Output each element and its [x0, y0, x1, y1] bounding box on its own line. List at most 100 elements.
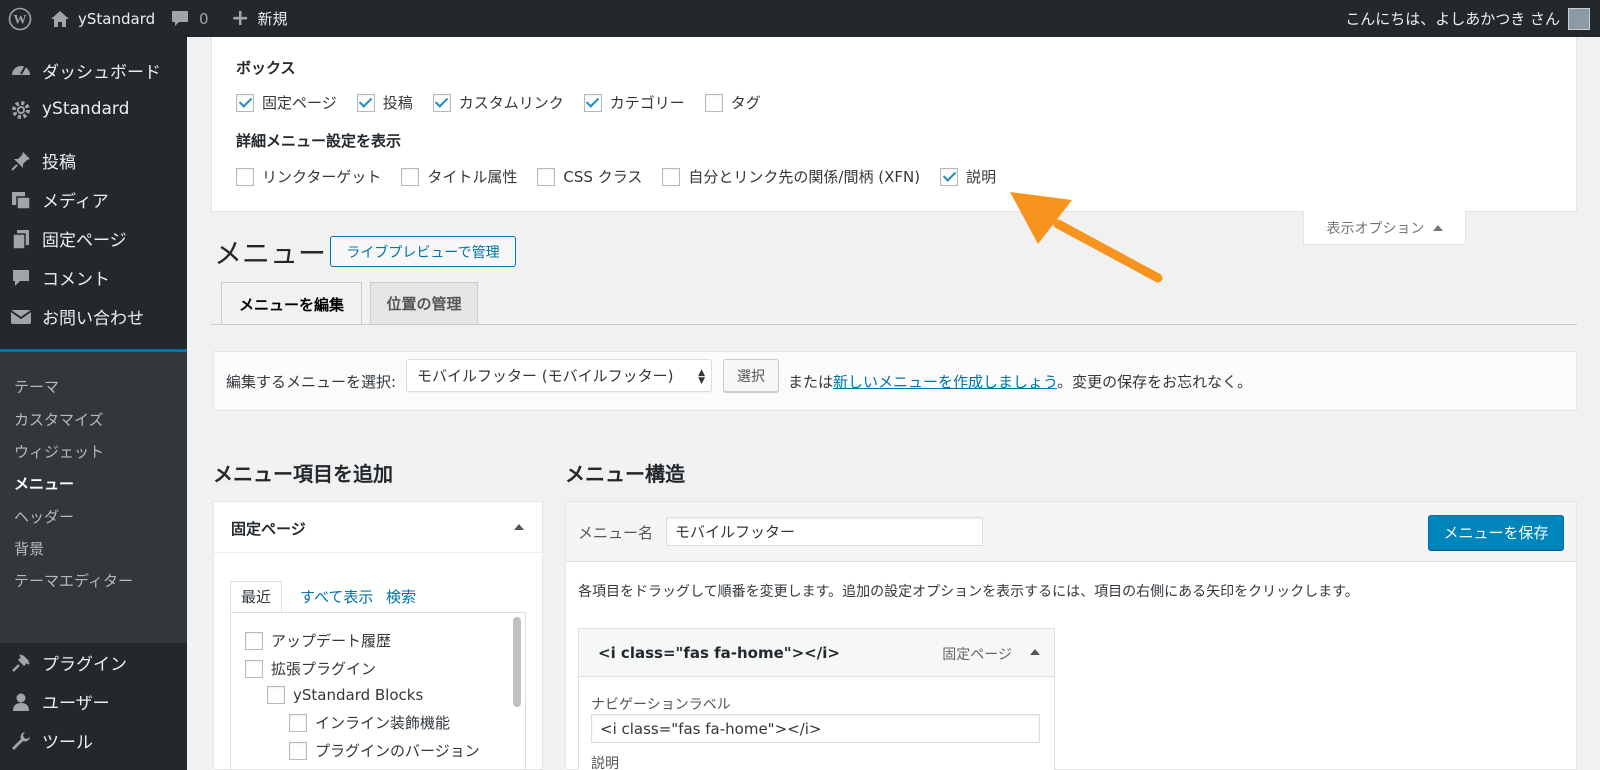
submenu-header[interactable]: ヘッダー	[14, 506, 74, 527]
boxes-heading: ボックス	[236, 59, 296, 77]
menu-select-dropdown[interactable]: モバイルフッター (モバイルフッター) ▲ ▼	[406, 359, 712, 392]
submenu-themes[interactable]: テーマ	[14, 376, 59, 397]
svg-text:W: W	[14, 11, 27, 26]
site-name-label: yStandard	[78, 9, 156, 28]
css-classes-checkbox[interactable]: CSS クラス	[537, 166, 642, 187]
admin-sidebar: ダッシュボード yStandard 投稿 メディア 固定ページ コメント お問い…	[0, 37, 187, 770]
gear-icon	[10, 99, 32, 121]
wrench-icon	[10, 730, 32, 752]
sidebar-item-comments[interactable]: コメント	[0, 259, 187, 295]
menu-item-type: 固定ページ	[942, 647, 1012, 663]
home-icon	[50, 10, 70, 28]
live-preview-button[interactable]: ライブプレビューで管理	[330, 236, 516, 267]
select-arrows-icon: ▲ ▼	[698, 368, 705, 386]
xfn-checkbox[interactable]: 自分とリンク先の関係/間柄 (XFN)	[662, 166, 920, 187]
sidebar-item-posts[interactable]: 投稿	[0, 142, 187, 178]
menu-item-title: <i class="fas fa-home"></i>	[598, 644, 840, 662]
submenu-theme-editor[interactable]: テーマエディター	[14, 570, 133, 591]
tab-view-all[interactable]: すべて表示	[290, 581, 383, 612]
manage-or-text: または新しいメニューを作成しましょう。変更の保存をお忘れなく。	[788, 373, 1253, 391]
my-account[interactable]: こんにちは、よしあかつき さん	[1345, 0, 1590, 37]
admin-bar: W yStandard 0 + 新規 こんにちは、よしあかつき さん	[0, 0, 1600, 37]
annotation-arrow-icon	[1010, 192, 1163, 283]
pages-checklist: アップデート履歴 拡張プラグイン yStandard Blocks インライン装…	[230, 612, 526, 770]
tab-edit-menus[interactable]: メニューを編集	[221, 282, 362, 325]
collapse-arrow-icon	[514, 524, 524, 530]
mail-icon	[10, 306, 32, 328]
submenu-background[interactable]: 背景	[14, 538, 44, 559]
pages-metabox-header[interactable]: 固定ページ	[214, 502, 542, 553]
new-content-link[interactable]: + 新規	[231, 0, 287, 37]
site-name-link[interactable]: yStandard	[50, 0, 155, 37]
comment-bubble-icon	[171, 10, 189, 27]
menu-name-label: メニュー名	[578, 524, 654, 542]
nav-label-input[interactable]: <i class="fas fa-home"></i>	[591, 714, 1040, 743]
submenu-customize[interactable]: カスタマイズ	[14, 409, 104, 430]
plus-icon: +	[231, 6, 250, 31]
manage-menus-bar: 編集するメニューを選択: モバイルフッター (モバイルフッター) ▲ ▼ 選択 ま…	[213, 351, 1577, 411]
appearance-submenu: テーマ カスタマイズ ウィジェット メニュー ヘッダー 背景 テーマエディター	[0, 352, 187, 643]
sidebar-item-pages[interactable]: 固定ページ	[0, 220, 187, 256]
screen-options-panel: ボックス 固定ページ 投稿 カスタムリンク カテゴリー タグ 詳細メニュー設定を…	[211, 37, 1577, 212]
sidebar-item-ystandard[interactable]: yStandard	[0, 91, 187, 127]
pages-metabox: 固定ページ 最近 すべて表示 検索 アップデート履歴 拡張プラグイン yStan…	[213, 501, 543, 770]
advanced-heading: 詳細メニュー設定を表示	[236, 132, 402, 150]
submenu-widgets[interactable]: ウィジェット	[14, 441, 104, 462]
dashboard-icon	[10, 60, 32, 82]
item-edit-arrow-icon[interactable]	[1030, 649, 1040, 655]
comments-link[interactable]: 0	[171, 0, 209, 37]
page-title: メニュー	[214, 237, 327, 270]
comment-icon	[10, 267, 32, 289]
sidebar-item-contact[interactable]: お問い合わせ	[0, 298, 187, 334]
description-label: 説明	[591, 756, 619, 770]
select-menu-label: 編集するメニューを選択:	[226, 373, 397, 391]
screen-options-toggle[interactable]: 表示オプション	[1303, 211, 1466, 245]
nav-label-label: ナビゲーションラベル	[591, 697, 731, 713]
sidebar-item-plugins[interactable]: プラグイン	[0, 644, 187, 680]
comments-count: 0	[199, 9, 209, 28]
sidebar-item-tools[interactable]: ツール	[0, 722, 187, 758]
description-checkbox[interactable]: 説明	[940, 166, 996, 187]
checklist-scrollbar[interactable]	[513, 617, 521, 707]
page-checkbox-plugin-version[interactable]: プラグインのバージョン	[289, 740, 480, 761]
box-pages-checkbox[interactable]: 固定ページ	[236, 92, 337, 113]
boxes-checkbox-row: 固定ページ 投稿 カスタムリンク カテゴリー タグ	[236, 92, 781, 113]
box-categories-checkbox[interactable]: カテゴリー	[583, 92, 685, 113]
select-button[interactable]: 選択	[723, 359, 779, 392]
save-menu-button[interactable]: メニューを保存	[1428, 515, 1564, 550]
sidebar-item-users[interactable]: ユーザー	[0, 683, 187, 719]
submenu-menus[interactable]: メニュー	[14, 473, 74, 494]
media-icon	[10, 189, 32, 211]
tab-divider	[211, 324, 1577, 325]
greeting-text: こんにちは、よしあかつき さん	[1345, 10, 1560, 28]
menu-item-card: <i class="fas fa-home"></i> 固定ページ ナビゲーショ…	[578, 628, 1055, 770]
page-checkbox-update-history[interactable]: アップデート履歴	[245, 630, 391, 651]
drag-instructions: 各項目をドラッグして順番を変更します。追加の設定オプションを表示するには、項目の…	[578, 584, 1359, 600]
page-checkbox-extensions[interactable]: 拡張プラグイン	[245, 658, 376, 679]
advanced-checkbox-row: リンクターゲット タイトル属性 CSS クラス 自分とリンク先の関係/間柄 (X…	[236, 166, 1016, 187]
pin-icon	[10, 150, 32, 172]
avatar	[1568, 7, 1590, 30]
page-checkbox-ystandard-blocks[interactable]: yStandard Blocks	[267, 686, 423, 704]
arrow-up-icon	[1432, 224, 1443, 231]
tab-recent[interactable]: 最近	[230, 581, 283, 612]
create-new-menu-link[interactable]: 新しいメニューを作成しましょう	[833, 373, 1057, 391]
plugin-icon	[10, 652, 32, 674]
menu-name-input[interactable]: モバイルフッター	[666, 517, 983, 546]
sidebar-item-dashboard[interactable]: ダッシュボード	[0, 52, 187, 88]
link-target-checkbox[interactable]: リンクターゲット	[236, 166, 381, 187]
tab-manage-locations[interactable]: 位置の管理	[370, 282, 478, 324]
menu-structure-heading: メニュー構造	[565, 462, 685, 486]
page-checkbox-inline-decoration[interactable]: インライン装飾機能	[289, 712, 450, 733]
wordpress-logo-icon[interactable]: W	[8, 0, 32, 37]
tab-search[interactable]: 検索	[376, 581, 426, 612]
menu-name-header: メニュー名 モバイルフッター メニューを保存	[566, 502, 1576, 562]
new-label: 新規	[257, 10, 288, 28]
sidebar-item-media[interactable]: メディア	[0, 181, 187, 217]
menu-structure-box: メニュー名 モバイルフッター メニューを保存 各項目をドラッグして順番を変更しま…	[565, 501, 1577, 770]
title-attribute-checkbox[interactable]: タイトル属性	[401, 166, 517, 187]
box-custom-links-checkbox[interactable]: カスタムリンク	[432, 92, 564, 113]
box-tags-checkbox[interactable]: タグ	[704, 92, 761, 113]
menu-item-handle[interactable]: <i class="fas fa-home"></i> 固定ページ	[579, 629, 1054, 677]
box-posts-checkbox[interactable]: 投稿	[356, 92, 413, 113]
